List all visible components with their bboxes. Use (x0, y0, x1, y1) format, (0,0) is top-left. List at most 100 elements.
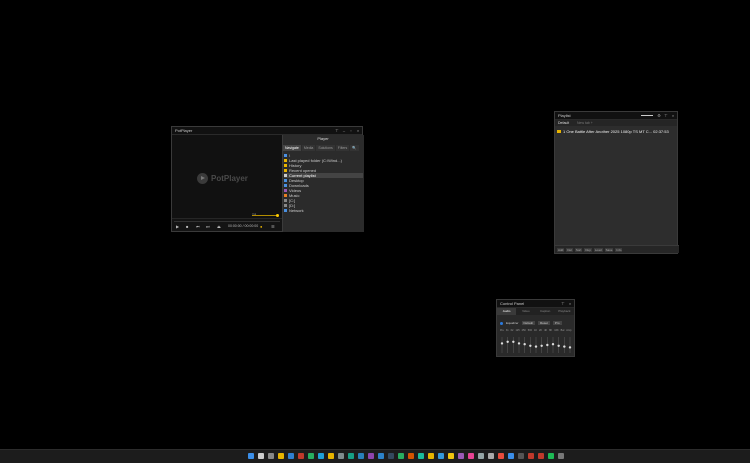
eq-slider-knob[interactable] (551, 343, 555, 346)
spotify-icon[interactable] (548, 453, 554, 459)
search-icon[interactable] (258, 453, 264, 459)
playlist-icon (284, 174, 287, 178)
previous-icon[interactable]: ⏮ (196, 224, 200, 229)
close-icon[interactable]: × (356, 127, 360, 134)
app-icon-14[interactable] (448, 453, 454, 459)
app-icon-19[interactable] (498, 453, 504, 459)
mode-button[interactable]: Pro (552, 321, 562, 325)
eq-slider-knob[interactable] (546, 343, 549, 347)
play-icon[interactable]: ▶ (176, 224, 179, 229)
list-item[interactable]: Network (284, 208, 363, 213)
app-icon-6[interactable] (368, 453, 374, 459)
tab-0[interactable]: Navigate (283, 145, 301, 151)
pin-icon[interactable]: ⊤ (335, 127, 339, 134)
tab-new[interactable]: New tab + (577, 120, 593, 126)
maximize-icon[interactable]: ▫ (349, 127, 353, 134)
stop-icon[interactable]: ■ (186, 224, 188, 229)
app-icon-12[interactable] (428, 453, 434, 459)
file-explorer-icon[interactable] (278, 453, 284, 459)
tab-default[interactable]: Default (558, 120, 569, 126)
eq-slider-knob[interactable] (540, 344, 543, 347)
app-icon-24[interactable] (558, 453, 564, 459)
playlist-opacity-slider[interactable] (641, 115, 653, 116)
equalizer-toggle[interactable] (500, 321, 503, 325)
tab-caption[interactable]: Caption (535, 308, 555, 315)
app-icon-8[interactable] (388, 453, 394, 459)
eq-slider-knob[interactable] (517, 342, 521, 345)
playlist-info-button[interactable]: Info (615, 247, 623, 252)
settings-icon[interactable]: ⚙ (657, 112, 661, 119)
app-icon-23[interactable] (538, 453, 544, 459)
playlist-save-button[interactable]: Save (604, 247, 614, 252)
app-icon-16[interactable] (468, 453, 474, 459)
eq-slider-knob[interactable] (557, 344, 560, 347)
control-panel-window[interactable]: Control Panel ⊤ × Audio Video Caption Playb… (496, 299, 575, 357)
app-icon-15[interactable] (458, 453, 464, 459)
tab-video[interactable]: Video (516, 308, 536, 315)
eq-slider-knob[interactable] (529, 344, 532, 347)
app-icon-22[interactable] (528, 453, 534, 459)
app-icon-21[interactable] (518, 453, 524, 459)
volume-slider[interactable] (252, 215, 278, 216)
frequency-label: 62 (510, 329, 514, 332)
volume-knob[interactable] (276, 214, 279, 217)
eq-slider-knob[interactable] (534, 345, 538, 348)
playlist-del-button[interactable]: Del (566, 247, 573, 252)
app-icon-17[interactable] (478, 453, 484, 459)
tab-3[interactable]: Filters (335, 145, 350, 151)
potplayer-titlebar[interactable]: PotPlayer ⊤ – ▫ × (172, 127, 362, 135)
eq-slider-knob[interactable] (500, 342, 504, 345)
pin-icon[interactable]: ⊤ (561, 300, 565, 307)
mail-icon[interactable] (288, 453, 294, 459)
app-icon-7[interactable] (378, 453, 384, 459)
chrome-icon[interactable] (328, 453, 334, 459)
app-icon-2[interactable] (308, 453, 314, 459)
minimize-icon[interactable]: – (342, 127, 346, 134)
app-icon-3[interactable] (338, 453, 344, 459)
potplayer-window[interactable]: PotPlayer ⊤ – ▫ × PotPlayer Vol ▶ ■ ⏮ ⏭ … (171, 126, 364, 232)
app-icon-11[interactable] (418, 453, 424, 459)
playlist-add-button[interactable]: Add (557, 247, 565, 252)
tab-playback[interactable]: Playback (554, 308, 574, 315)
task-view-icon[interactable] (268, 453, 274, 459)
playlist-window[interactable]: Playlist ⚙ ⊤ × Default New tab + 1 One B… (554, 111, 679, 254)
windows-start-icon[interactable] (248, 453, 254, 459)
app-icon-5[interactable] (358, 453, 364, 459)
playlist-sort-button[interactable]: Sort (574, 247, 583, 252)
playlist-load-button[interactable]: Load (593, 247, 603, 252)
video-area[interactable]: PotPlayer (172, 135, 282, 221)
app-icon-4[interactable] (348, 453, 354, 459)
control-panel-titlebar[interactable]: Control Panel ⊤ × (497, 300, 574, 308)
app-icon-1[interactable] (298, 453, 304, 459)
menu-icon[interactable]: ☰ (271, 224, 275, 229)
app-icon-10[interactable] (408, 453, 414, 459)
open-file-icon[interactable]: ⏏ (217, 224, 221, 229)
close-icon[interactable]: × (568, 300, 572, 307)
tab-1[interactable]: Media (301, 145, 316, 151)
app-icon-13[interactable] (438, 453, 444, 459)
potplayer-title: PotPlayer (175, 128, 193, 133)
folder-icon (557, 130, 561, 134)
playlist-titlebar[interactable]: Playlist ⚙ ⊤ × (555, 112, 677, 120)
playlist-item[interactable]: 1 One Battle After Another 2025 1080p TS… (557, 129, 669, 134)
pin-icon[interactable]: ⊤ (664, 112, 668, 119)
edge-icon[interactable] (318, 453, 324, 459)
close-icon[interactable]: × (671, 112, 675, 119)
app-icon-20[interactable] (508, 453, 514, 459)
tab-audio[interactable]: Audio (497, 308, 517, 315)
eq-slider-knob[interactable] (523, 343, 526, 346)
reset-button[interactable]: Reset (538, 321, 550, 325)
eq-slider-knob[interactable] (563, 345, 566, 348)
app-icon-9[interactable] (398, 453, 404, 459)
tab-2[interactable]: Solutions (316, 145, 335, 151)
settings-icon[interactable]: ● (260, 224, 262, 229)
seek-bar[interactable] (174, 221, 280, 222)
next-icon[interactable]: ⏭ (206, 224, 210, 229)
eq-slider-knob[interactable] (506, 340, 509, 343)
preset-select[interactable]: Default (521, 321, 536, 325)
eq-slider-knob[interactable] (568, 346, 572, 349)
eq-slider-knob[interactable] (512, 340, 515, 343)
tab-4[interactable]: 🔍 (350, 145, 359, 151)
playlist-dup-button[interactable]: Dup (584, 247, 592, 252)
app-icon-18[interactable] (488, 453, 494, 459)
